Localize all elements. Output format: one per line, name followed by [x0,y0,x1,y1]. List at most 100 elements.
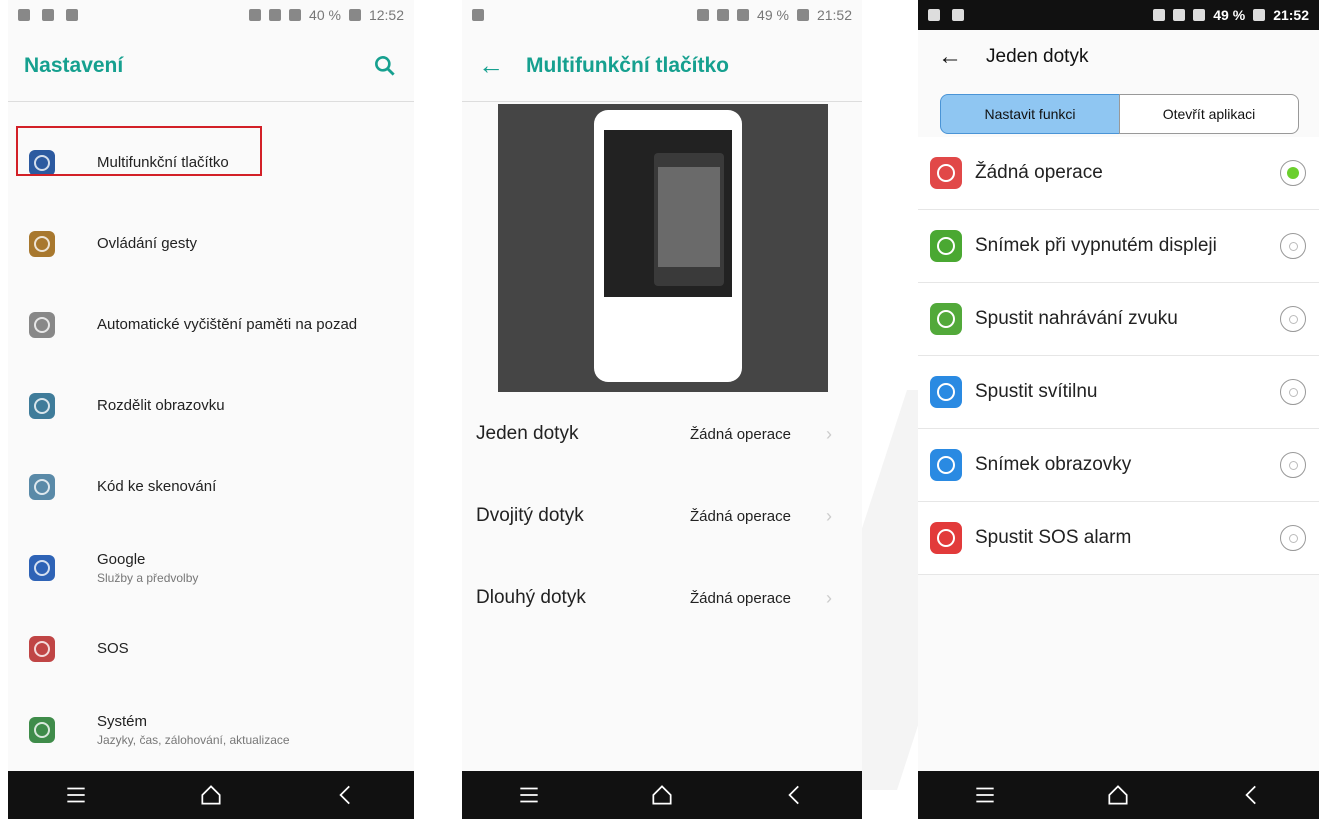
signal-icon [289,9,302,21]
function-options-list: Žádná operace Snímek při vypnutém displej… [918,137,1319,575]
gesture-label: Jeden dotyk [476,423,579,444]
home-icon[interactable] [1105,782,1131,808]
function-option-label: Snímek obrazovky [975,454,1132,475]
radio-button[interactable] [1280,379,1306,405]
settings-item-label: Google [97,550,146,568]
battery-percent: 49 % [1213,7,1246,23]
function-option[interactable]: Snímek při vypnutém displeji [918,210,1319,283]
battery-percent: 40 % [309,7,341,23]
image-icon [42,9,54,21]
gesture-value: Žádná operace [690,425,791,443]
device-illustration [594,110,742,382]
radio-button[interactable] [1280,233,1306,259]
navigation-bar [462,771,862,819]
function-option-label: Snímek při vypnutém displeji [975,235,1217,256]
signal-icon [737,9,750,21]
cast-icon [66,9,78,21]
gesture-setting-row[interactable]: Dlouhý dotyk Žádná operace › [462,557,862,639]
settings-item-label: Automatické vyčištění paměti na pozad [97,316,358,333]
tab-open-app[interactable]: Otevřít aplikaci [1119,94,1299,134]
home-icon[interactable] [198,782,224,808]
settings-item[interactable]: Google Služby a předvolby [8,527,414,608]
multifunction-button-screen: 49 % 21:52 ← Multifunkční tlačítko Jeden… [462,0,862,819]
vibrate-icon [249,9,262,21]
menu-icon[interactable] [63,782,89,808]
flashlight-icon [930,376,962,408]
back-icon[interactable] [1239,782,1265,808]
image-icon [928,9,940,21]
status-time: 21:52 [1273,7,1309,23]
settings-item[interactable]: SOS [8,608,414,689]
broom-icon [29,311,55,338]
function-option-label: Žádná operace [975,162,1103,183]
wifi-icon [717,9,730,21]
home-icon[interactable] [649,782,675,808]
gesture-value: Žádná operace [690,507,791,525]
google-icon [29,554,55,581]
audio-record-icon [930,303,962,335]
page-title: Multifunkční tlačítko [526,53,730,77]
settings-item[interactable]: Rozdělit obrazovku [8,365,414,446]
settings-item[interactable]: Systém Jazyky, čas, zálohování, aktualiza… [8,689,414,770]
function-option[interactable]: Spustit nahrávání zvuku [918,283,1319,356]
radio-button[interactable] [1280,160,1306,186]
sim-icon [952,9,964,21]
app-bar: ← Multifunkční tlačítko [462,30,862,102]
gesture-setting-row[interactable]: Dvojitý dotyk Žádná operace › [462,475,862,557]
sos-alarm-icon [930,522,962,554]
function-option[interactable]: Žádná operace [918,137,1319,210]
sim-icon [472,9,484,21]
no-operation-icon [930,157,962,189]
gesture-label: Dlouhý dotyk [476,587,586,608]
navigation-bar [918,771,1319,819]
screenshot-icon [930,449,962,481]
title-bar: ← Jeden dotyk [918,34,1319,80]
back-arrow-icon[interactable]: ← [938,43,962,71]
function-option[interactable]: Spustit SOS alarm [918,502,1319,575]
status-time: 21:52 [816,7,852,23]
settings-item-label: Systém [97,712,148,730]
menu-icon[interactable] [972,782,998,808]
back-arrow-icon[interactable]: ← [478,50,504,81]
radio-button[interactable] [1280,525,1306,551]
function-option[interactable]: Spustit svítilnu [918,356,1319,429]
radio-button[interactable] [1280,452,1306,478]
settings-item-label: Ovládání gesty [97,235,198,252]
battery-percent: 49 % [757,7,789,23]
settings-item-label: Kód ke skenování [97,478,217,495]
settings-item-subtitle: Jazyky, čas, zálohování, aktualizace [97,732,290,747]
search-icon[interactable] [372,53,398,79]
status-time: 12:52 [368,7,404,23]
settings-item[interactable]: Kód ke skenování [8,446,414,527]
bluetooth-icon [697,9,710,21]
function-option-label: Spustit svítilnu [975,381,1098,402]
single-tap-screen: 49 % 21:52 ← Jeden dotyk Nastavit funkci… [918,0,1319,819]
navigation-bar [8,771,414,819]
system-icon [29,716,55,743]
back-icon[interactable] [333,782,359,808]
gesture-icon [29,230,55,257]
function-option-label: Spustit SOS alarm [975,527,1132,548]
battery-icon [796,9,809,21]
settings-item[interactable]: Ovládání gesty [8,203,414,284]
back-icon[interactable] [782,782,808,808]
tab-set-function[interactable]: Nastavit funkci [940,94,1120,134]
wifi-icon [269,9,282,21]
sos-icon [29,635,55,662]
settings-screen: 40 % 12:52 Nastavení Multifunkční tlačít… [8,0,414,819]
scan-code-icon [29,473,55,500]
settings-item[interactable]: Automatické vyčištění paměti na pozad [8,284,414,365]
device-preview-image [498,104,828,392]
signal-icon [1193,9,1206,21]
function-option[interactable]: Snímek obrazovky [918,429,1319,502]
settings-list: Multifunkční tlačítko Ovládání gesty Autom… [8,122,414,770]
settings-item[interactable]: Multifunkční tlačítko [8,122,414,203]
settings-item-subtitle: Služby a předvolby [97,570,199,585]
radio-button[interactable] [1280,306,1306,332]
battery-icon [348,9,361,21]
camera-icon [930,230,962,262]
menu-icon[interactable] [516,782,542,808]
wifi-icon [1173,9,1186,21]
gesture-setting-row[interactable]: Jeden dotyk Žádná operace › [462,393,862,475]
gesture-value: Žádná operace [690,589,791,607]
